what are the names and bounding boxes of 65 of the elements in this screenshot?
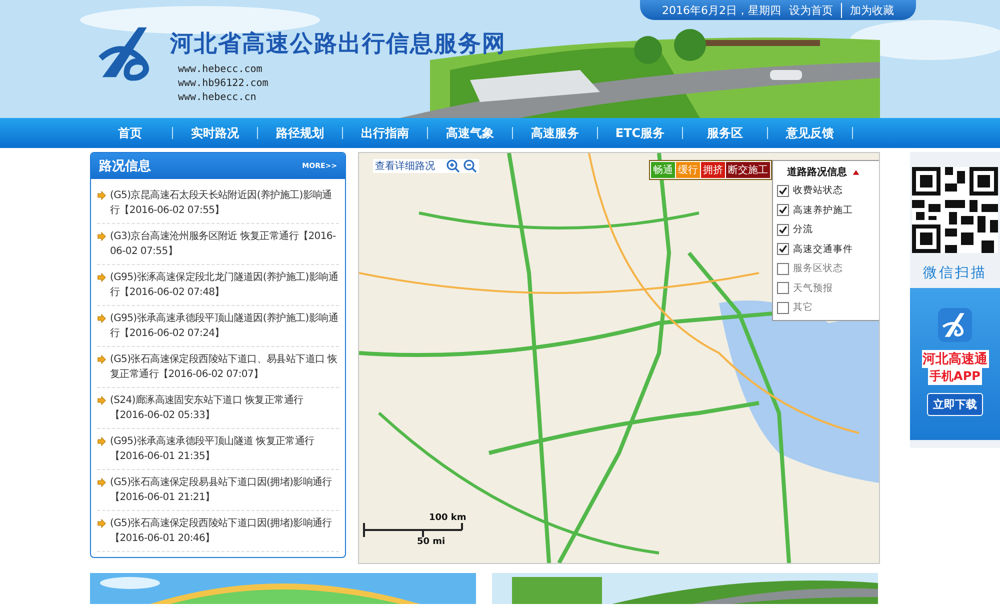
arrow-icon bbox=[97, 273, 106, 282]
legend-tag: 拥挤 bbox=[701, 162, 725, 178]
site-url: www.hebecc.cn bbox=[178, 91, 258, 105]
news-link[interactable]: (G5)京昆高速石太段天长站附近因(养护施工)影响通行【2016-06-02 07:55】 bbox=[110, 188, 339, 218]
nav-item[interactable]: 路径规划 bbox=[258, 124, 342, 142]
nav-item[interactable]: 高速气象 bbox=[428, 124, 512, 142]
panel-title: 路况信息 bbox=[99, 158, 151, 175]
checkbox[interactable] bbox=[777, 282, 789, 294]
nav-item[interactable]: 高速服务 bbox=[513, 124, 597, 142]
arrow-icon bbox=[97, 232, 106, 241]
layer-label: 天气预报 bbox=[793, 282, 833, 295]
news-link[interactable]: (G95)张承高速承德段平顶山隧道因(养护施工)影响通行【2016-06-02 07:24】 bbox=[110, 311, 339, 341]
news-link[interactable]: (G5)张石高速保定段易县站下道口因(拥堵)影响通行【2016-06-01 21:21】 bbox=[110, 475, 339, 505]
news-link[interactable]: (G95)张承高速承德段平顶山隧道 恢复正常通行【2016-06-01 21:35】 bbox=[110, 434, 339, 464]
scale-bar-icon bbox=[363, 523, 463, 537]
layer-label: 收费站状态 bbox=[793, 184, 843, 198]
legend-tag: 缓行 bbox=[676, 162, 700, 178]
arrow-icon bbox=[97, 478, 106, 487]
layer-label: 高速交通事件 bbox=[793, 242, 853, 256]
layer-label: 服务区状态 bbox=[793, 262, 843, 276]
download-button[interactable]: 立即下载 bbox=[927, 393, 983, 416]
legend-tag: 畅通 bbox=[651, 162, 675, 178]
zoom-out-icon[interactable] bbox=[463, 159, 477, 173]
news-link[interactable]: (G5)张石高速保定段西陵站下道口、易县站下道口 恢复正常通行【2016-06-02 07:07】 bbox=[110, 352, 339, 382]
nav-item[interactable]: 首页 bbox=[88, 124, 172, 142]
scale-label: 100 km bbox=[429, 513, 466, 523]
news-link[interactable]: (G3)京台高速沧州服务区附近 恢复正常通行【2016-06-02 07:55】 bbox=[110, 229, 339, 259]
nav-item[interactable]: ETC服务 bbox=[598, 124, 682, 142]
zoom-in-icon[interactable] bbox=[446, 159, 460, 173]
nav-item[interactable]: 实时路况 bbox=[173, 124, 257, 142]
site-url: www.hebecc.com bbox=[178, 63, 264, 77]
news-link[interactable]: (G95)张涿高速保定段北龙门隧道因(养护施工)影响通行【2016-06-02 07:48】 bbox=[110, 270, 339, 300]
top-link[interactable]: 设为首页 bbox=[789, 2, 833, 18]
qr-caption: 微信扫描 bbox=[923, 264, 987, 282]
scale-label: 50 mi bbox=[417, 537, 446, 547]
arrow-icon bbox=[97, 314, 106, 323]
arrow-icon bbox=[97, 437, 106, 446]
checkbox[interactable] bbox=[777, 243, 789, 256]
checkbox[interactable] bbox=[777, 224, 789, 236]
collapse-icon[interactable] bbox=[852, 168, 860, 176]
app-name: 河北高速通 bbox=[922, 350, 988, 368]
date-text: 2016年6月2日，星期四 bbox=[662, 2, 781, 18]
legend-tag: 断交施工 bbox=[726, 162, 770, 178]
app-logo-icon bbox=[938, 308, 972, 342]
nav-item[interactable]: 出行指南 bbox=[343, 124, 427, 142]
checkbox[interactable] bbox=[777, 204, 789, 216]
top-link[interactable]: 加为收藏 bbox=[841, 2, 894, 18]
app-subtitle: 手机APP bbox=[928, 368, 982, 385]
layers-title: 道路路况信息 bbox=[787, 166, 847, 179]
arrow-icon bbox=[97, 519, 106, 528]
arrow-icon bbox=[97, 191, 106, 200]
nav-item[interactable]: 意见反馈 bbox=[768, 124, 852, 142]
arrow-icon bbox=[97, 355, 106, 364]
site-url: www.hb96122.com bbox=[178, 77, 270, 91]
checkbox[interactable] bbox=[777, 262, 789, 275]
arrow-icon bbox=[97, 396, 106, 405]
news-link[interactable]: (S24)廊涿高速固安东站下道口 恢复正常通行【2016-06-02 05:33】 bbox=[110, 393, 339, 423]
layer-label: 其它 bbox=[793, 301, 813, 314]
site-title: 河北省高速公路出行信息服务网 bbox=[170, 29, 506, 59]
checkbox[interactable] bbox=[777, 184, 789, 197]
nav-item[interactable]: 服务区 bbox=[683, 124, 767, 142]
checkbox[interactable] bbox=[777, 302, 789, 314]
layer-label: 分流 bbox=[793, 223, 813, 236]
news-link[interactable]: (G5)张石高速保定段西陵站下道口因(拥堵)影响通行【2016-06-01 20:46】 bbox=[110, 516, 339, 546]
layer-label: 高速养护施工 bbox=[793, 204, 853, 217]
